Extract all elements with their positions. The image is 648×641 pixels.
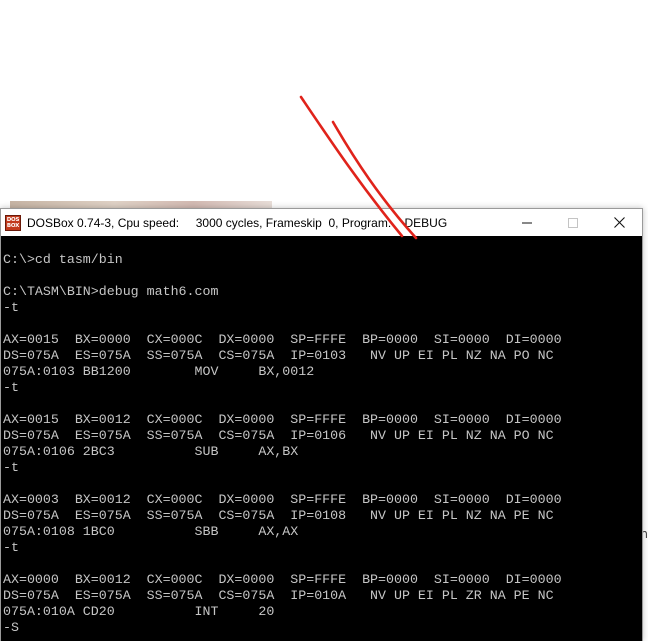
console-line: -t — [3, 380, 19, 395]
window-title: DOSBox 0.74-3, Cpu speed: 3000 cycles, F… — [27, 215, 448, 230]
minimize-button[interactable] — [504, 209, 550, 236]
console-line: AX=0015 BX=0000 CX=000C DX=0000 SP=FFFE … — [3, 332, 562, 347]
console-output[interactable]: C:\>cd tasm/bin C:\TASM\BIN>debug math6.… — [1, 236, 642, 641]
console-line: -t — [3, 300, 19, 315]
console-line: DS=075A ES=075A SS=075A CS=075A IP=0103 … — [3, 348, 554, 363]
title-bar[interactable]: DOS BOX DOSBox 0.74-3, Cpu speed: 3000 c… — [1, 209, 642, 236]
console-line: 075A:0108 1BC0 SBB AX,AX — [3, 524, 299, 539]
console-line: -t — [3, 460, 19, 475]
console-line: DS=075A ES=075A SS=075A CS=075A IP=010A … — [3, 588, 554, 603]
maximize-icon — [568, 217, 578, 228]
dosbox-app-icon: DOS BOX — [5, 214, 21, 231]
console-line: -t — [3, 540, 19, 555]
console-line: AX=0003 BX=0012 CX=000C DX=0000 SP=FFFE … — [3, 492, 562, 507]
console-line: 075A:010A CD20 INT 20 — [3, 604, 275, 619]
maximize-button[interactable] — [550, 209, 596, 236]
window-controls — [504, 209, 642, 236]
console-prompt-line: -S — [3, 620, 19, 635]
dosbox-window[interactable]: DOS BOX DOSBox 0.74-3, Cpu speed: 3000 c… — [0, 208, 643, 641]
minimize-icon — [522, 222, 532, 223]
close-icon — [613, 217, 625, 228]
console-line: DS=075A ES=075A SS=075A CS=075A IP=0106 … — [3, 428, 554, 443]
console-line: C:\TASM\BIN>debug math6.com — [3, 284, 219, 299]
close-button[interactable] — [596, 209, 642, 236]
console-line: AX=0000 BX=0012 CX=000C DX=0000 SP=FFFE … — [3, 572, 562, 587]
console-line: DS=075A ES=075A SS=075A CS=075A IP=0108 … — [3, 508, 554, 523]
console-line: 075A:0103 BB1200 MOV BX,0012 — [3, 364, 315, 379]
console-line: 075A:0106 2BC3 SUB AX,BX — [3, 444, 299, 459]
console-line: C:\>cd tasm/bin — [3, 252, 123, 267]
console-line: AX=0015 BX=0012 CX=000C DX=0000 SP=FFFE … — [3, 412, 562, 427]
